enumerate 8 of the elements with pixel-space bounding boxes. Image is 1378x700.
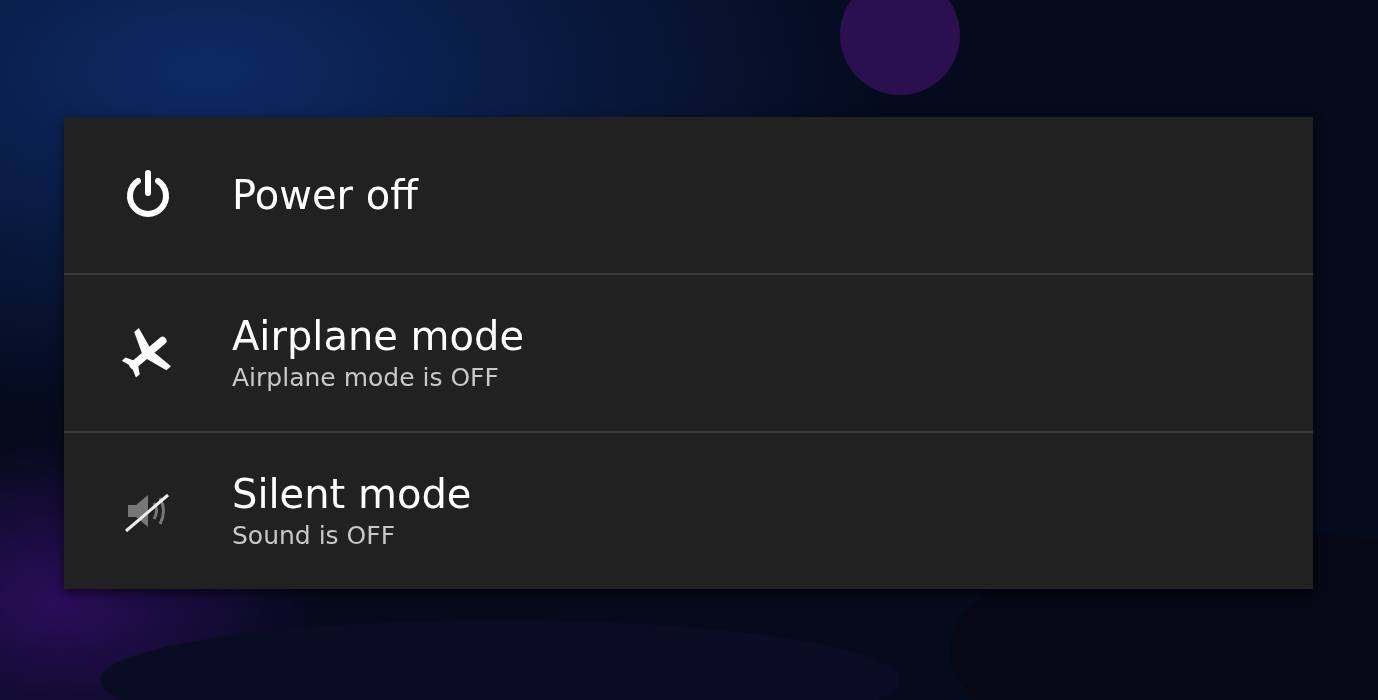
menu-item[interactable]: Airplane mode Airplane mode is OFF xyxy=(64,273,1313,431)
menu-item[interactable]: Silent mode Sound is OFF xyxy=(64,431,1313,589)
item-label: Power off xyxy=(232,171,418,220)
item-status: Sound is OFF xyxy=(232,520,397,552)
item-label: Silent mode xyxy=(232,470,472,519)
item-status: Airplane mode is OFF xyxy=(232,362,500,394)
item-label: Airplane mode xyxy=(232,312,525,361)
menu-item[interactable]: Power off xyxy=(64,117,1313,273)
